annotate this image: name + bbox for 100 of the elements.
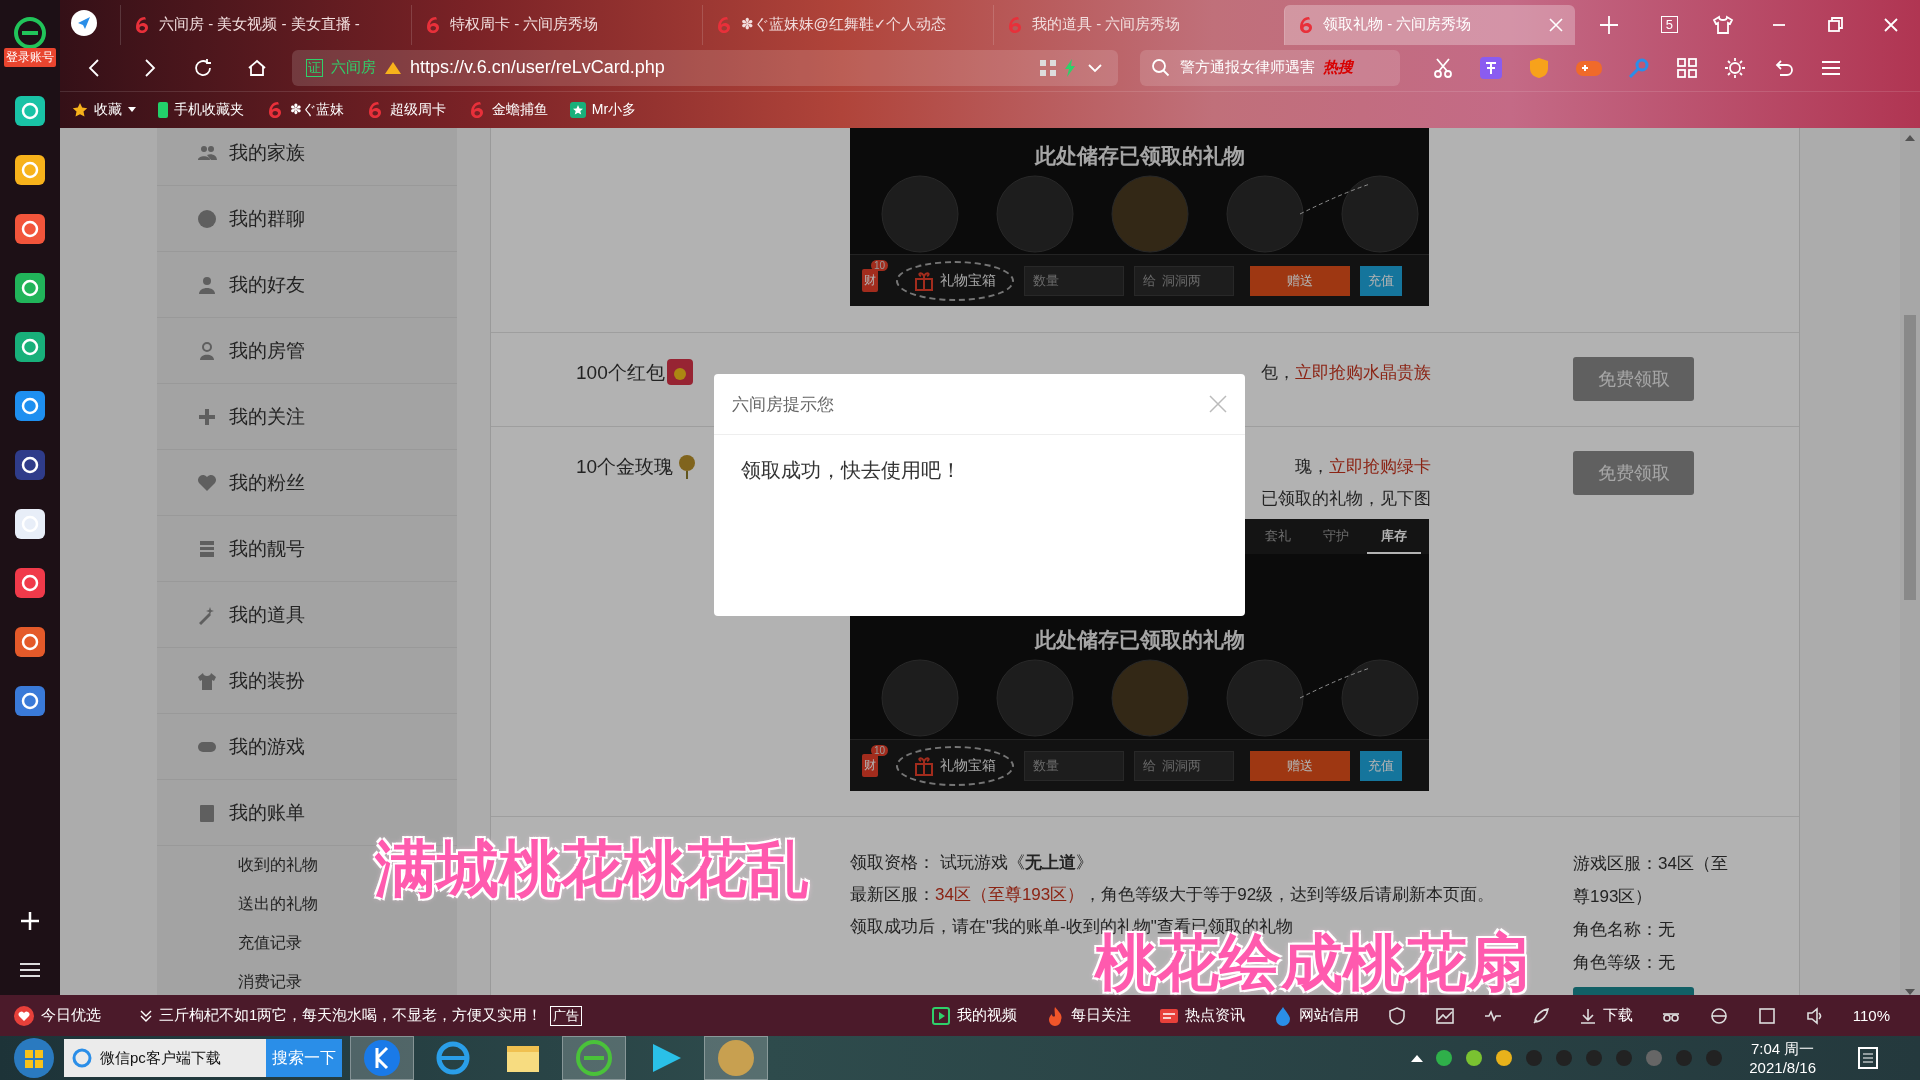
warning-icon[interactable] — [384, 60, 402, 75]
bookmark-link[interactable]: 收藏 — [94, 101, 122, 120]
menu-item[interactable]: 我的好友 — [197, 271, 305, 298]
purchase-link[interactable]: 立即抢购绿卡 — [1329, 457, 1431, 476]
app-icon[interactable] — [15, 509, 45, 539]
search-icon[interactable] — [1150, 56, 1172, 79]
menu-item[interactable]: 我的道具 — [197, 601, 305, 628]
ie-icon[interactable] — [1708, 1005, 1729, 1026]
gift-icon — [914, 270, 934, 291]
menu-item[interactable]: 我的关注 — [197, 403, 305, 430]
grid-icon[interactable] — [1676, 56, 1698, 79]
window-icon[interactable] — [1756, 1005, 1777, 1026]
app-icon[interactable] — [15, 273, 45, 303]
gift-tab[interactable]: 库存 — [1367, 519, 1421, 554]
send-button[interactable]: 赠送 — [1250, 265, 1350, 296]
status-link[interactable]: 网站信用 — [1272, 1005, 1359, 1026]
download-button[interactable]: 下载 — [1578, 1006, 1633, 1025]
wallet-badge[interactable]: 财 — [862, 269, 878, 292]
bookmark-link[interactable]: 手机收藏夹 — [174, 101, 244, 120]
caret-icon[interactable] — [128, 107, 136, 114]
navigation-icon[interactable] — [70, 8, 98, 37]
status-link[interactable]: 我的视频 — [930, 1005, 1017, 1026]
tab-count[interactable]: 5 — [1660, 16, 1678, 34]
browser-tab[interactable]: ✽ぐ蓝妹妹@红舞鞋✓个人动态 — [702, 4, 993, 45]
shirt-icon[interactable] — [1712, 13, 1734, 36]
certificate-badge[interactable]: 证 — [306, 58, 323, 77]
count-badge: 10 — [870, 260, 888, 271]
menu-item-icon — [197, 538, 217, 559]
gift-tab[interactable]: 套礼 — [1251, 519, 1305, 554]
app-icon[interactable] — [15, 450, 45, 480]
bookmark-link[interactable]: Mr小多 — [591, 101, 637, 120]
gift-box-button[interactable]: 礼物宝箱 — [896, 745, 1014, 786]
browser-tab[interactable]: 六间房 - 美女视频 - 美女直播 - — [120, 4, 411, 45]
scrollbar-thumb[interactable] — [1904, 315, 1916, 600]
menu-icon[interactable] — [20, 961, 40, 979]
add-icon[interactable] — [19, 910, 41, 932]
translate-icon[interactable] — [1480, 56, 1502, 79]
app-icon[interactable] — [15, 332, 45, 362]
menu-item[interactable]: 我的群聊 — [197, 205, 305, 232]
purchase-link[interactable]: 立即抢购水晶贵族 — [1295, 363, 1431, 382]
login-label[interactable]: 登录账号 — [4, 48, 56, 67]
browser-logo-icon[interactable] — [13, 16, 47, 50]
menu-item[interactable]: 我的装扮 — [197, 667, 305, 694]
notification-icon[interactable] — [1856, 1046, 1880, 1070]
submenu-link[interactable]: 送出的礼物 — [238, 894, 318, 915]
shield-icon[interactable] — [1386, 1005, 1407, 1026]
reload-icon[interactable] — [192, 56, 214, 79]
app-icon[interactable] — [15, 214, 45, 244]
browser-tab[interactable]: 特权周卡 - 六间房秀场 — [411, 4, 702, 45]
recipient-field[interactable]: 给 洞洞两 — [1134, 265, 1234, 296]
tray-icon[interactable] — [1435, 1049, 1454, 1067]
menu-item[interactable]: 我的房管 — [197, 337, 305, 364]
wallet-badge[interactable]: 财 — [862, 754, 878, 777]
search-field[interactable]: 微信pc客户端下载 — [64, 1039, 266, 1077]
show-hidden-icon[interactable] — [1411, 1054, 1424, 1062]
news-link[interactable]: 三斤枸杞不如1两它，每天泡水喝，不显老，方便又实用！ — [159, 1006, 543, 1025]
status-link[interactable]: 每日关注 — [1044, 1005, 1131, 1026]
search-button[interactable]: 搜索一下 — [266, 1039, 342, 1077]
qr-code-icon[interactable] — [1040, 59, 1056, 76]
brightness-icon[interactable] — [1724, 56, 1746, 79]
menu-item[interactable]: 我的粉丝 — [197, 469, 305, 496]
app-icon[interactable] — [15, 568, 45, 598]
scroll-up-icon[interactable] — [1905, 134, 1915, 142]
submenu-link[interactable]: 消费记录 — [238, 972, 302, 993]
app-icon[interactable] — [15, 155, 45, 185]
today-picks-link[interactable]: 今日优选 — [41, 1006, 101, 1025]
chevron-down-icon[interactable] — [139, 1008, 153, 1023]
music-app-icon[interactable] — [350, 1036, 414, 1080]
chart-icon[interactable] — [1434, 1005, 1455, 1026]
send-button[interactable]: 赠送 — [1250, 750, 1350, 781]
gift-box-button[interactable]: 礼物宝箱 — [896, 260, 1014, 301]
app-icon[interactable] — [15, 686, 45, 716]
browser-icon[interactable] — [562, 1036, 626, 1080]
ie-icon — [72, 1048, 92, 1068]
zoom-level[interactable]: 110% — [1852, 1007, 1890, 1024]
quantity-field[interactable]: 数量 — [1024, 265, 1124, 296]
status-link[interactable]: 热点资讯 — [1158, 1005, 1245, 1026]
bookmark-link[interactable]: ✽ぐ蓝妹 — [290, 101, 344, 120]
submenu-link[interactable]: 充值记录 — [238, 933, 302, 954]
app-icon[interactable] — [15, 391, 45, 421]
tray-icon[interactable] — [1495, 1049, 1514, 1067]
menu-item[interactable]: 我的靓号 — [197, 535, 305, 562]
quantity-field[interactable]: 数量 — [1024, 750, 1124, 781]
menu-item[interactable]: 我的家族 — [197, 139, 305, 166]
address-field[interactable]: 证 六间房 https://v.6.cn/user/reLvCard.php — [292, 49, 1118, 86]
start-button[interactable] — [12, 1036, 56, 1080]
bookmark-link[interactable]: 超级周卡 — [389, 101, 446, 120]
menu-item[interactable]: 我的游戏 — [197, 733, 305, 760]
recipient-field[interactable]: 给 洞洞两 — [1134, 750, 1234, 781]
app-icon[interactable] — [15, 627, 45, 657]
menu-item[interactable]: 我的账单 — [197, 799, 305, 826]
gift-tab[interactable]: 守护 — [1309, 519, 1363, 554]
app-icon[interactable] — [15, 96, 45, 126]
bookmark-link[interactable]: 金蟾捕鱼 — [491, 101, 548, 120]
clock[interactable]: 7:04 周一 2021/8/16 — [1749, 1039, 1816, 1077]
browser-tab[interactable]: 我的道具 - 六间房秀场 — [993, 4, 1284, 45]
submenu-link[interactable]: 收到的礼物 — [238, 855, 318, 876]
tray-icon[interactable] — [1465, 1049, 1484, 1067]
new-tab-icon[interactable] — [1599, 14, 1619, 35]
scissors-icon[interactable] — [1432, 56, 1454, 79]
